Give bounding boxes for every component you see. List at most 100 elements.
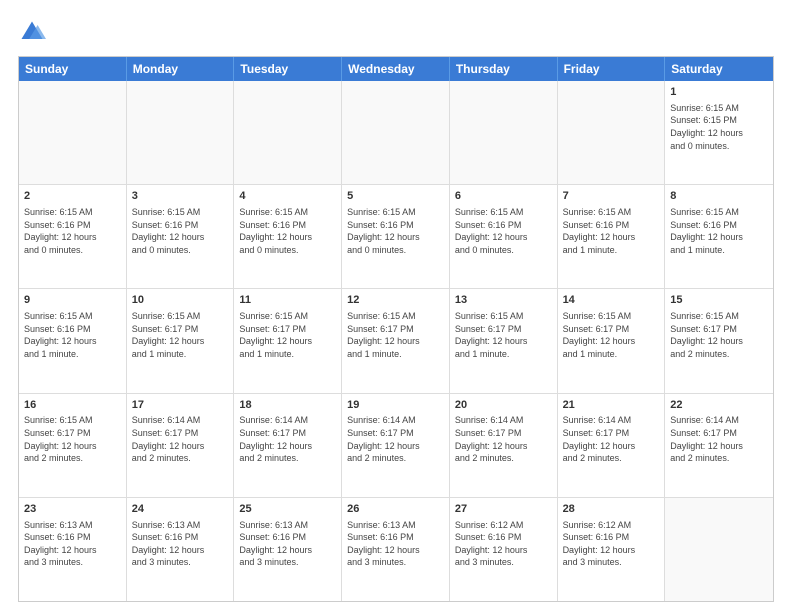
cell-info: Sunrise: 6:15 AM Sunset: 6:16 PM Dayligh… bbox=[670, 206, 768, 256]
cal-row-4: 23 Sunrise: 6:13 AM Sunset: 6:16 PM Dayli… bbox=[19, 497, 773, 601]
cal-cell: 4 Sunrise: 6:15 AM Sunset: 6:16 PM Daylig… bbox=[234, 185, 342, 288]
day-number: 19 bbox=[347, 398, 444, 413]
cell-info: Sunrise: 6:12 AM Sunset: 6:16 PM Dayligh… bbox=[455, 519, 552, 569]
day-number: 4 bbox=[239, 189, 336, 204]
cal-cell: 5 Sunrise: 6:15 AM Sunset: 6:16 PM Daylig… bbox=[342, 185, 450, 288]
cell-info: Sunrise: 6:13 AM Sunset: 6:16 PM Dayligh… bbox=[132, 519, 229, 569]
cell-info: Sunrise: 6:15 AM Sunset: 6:17 PM Dayligh… bbox=[455, 310, 552, 360]
day-number: 24 bbox=[132, 502, 229, 517]
weekday-header-wednesday: Wednesday bbox=[342, 57, 450, 81]
cal-cell: 13 Sunrise: 6:15 AM Sunset: 6:17 PM Dayli… bbox=[450, 289, 558, 392]
cal-cell: 17Sunrise: 6:14 AM Sunset: 6:17 PM Dayli… bbox=[127, 394, 235, 497]
cell-info: Sunrise: 6:15 AM Sunset: 6:17 PM Dayligh… bbox=[239, 310, 336, 360]
cell-info: Sunrise: 6:15 AM Sunset: 6:15 PM Dayligh… bbox=[670, 102, 768, 152]
logo-icon bbox=[18, 18, 46, 46]
cal-cell bbox=[558, 81, 666, 184]
day-number: 5 bbox=[347, 189, 444, 204]
cell-info: Sunrise: 6:15 AM Sunset: 6:16 PM Dayligh… bbox=[239, 206, 336, 256]
cal-cell: 19Sunrise: 6:14 AM Sunset: 6:17 PM Dayli… bbox=[342, 394, 450, 497]
weekday-header-sunday: Sunday bbox=[19, 57, 127, 81]
cal-cell: 7 Sunrise: 6:15 AM Sunset: 6:16 PM Daylig… bbox=[558, 185, 666, 288]
day-number: 6 bbox=[455, 189, 552, 204]
day-number: 26 bbox=[347, 502, 444, 517]
cell-info: Sunrise: 6:15 AM Sunset: 6:17 PM Dayligh… bbox=[670, 310, 768, 360]
cell-info: Sunrise: 6:15 AM Sunset: 6:17 PM Dayligh… bbox=[24, 414, 121, 464]
cal-cell: 12 Sunrise: 6:15 AM Sunset: 6:17 PM Dayli… bbox=[342, 289, 450, 392]
weekday-header-friday: Friday bbox=[558, 57, 666, 81]
cal-cell bbox=[665, 498, 773, 601]
cal-cell: 26 Sunrise: 6:13 AM Sunset: 6:16 PM Dayli… bbox=[342, 498, 450, 601]
cal-cell: 27 Sunrise: 6:12 AM Sunset: 6:16 PM Dayli… bbox=[450, 498, 558, 601]
cal-cell: 6 Sunrise: 6:15 AM Sunset: 6:16 PM Daylig… bbox=[450, 185, 558, 288]
cell-info: Sunrise: 6:14 AM Sunset: 6:17 PM Dayligh… bbox=[670, 414, 768, 464]
day-number: 28 bbox=[563, 502, 660, 517]
cell-info: Sunrise: 6:14 AM Sunset: 6:17 PM Dayligh… bbox=[132, 414, 229, 464]
cal-cell bbox=[342, 81, 450, 184]
cell-info: Sunrise: 6:15 AM Sunset: 6:17 PM Dayligh… bbox=[347, 310, 444, 360]
day-number: 1 bbox=[670, 85, 768, 100]
cal-cell: 24 Sunrise: 6:13 AM Sunset: 6:16 PM Dayli… bbox=[127, 498, 235, 601]
calendar: SundayMondayTuesdayWednesdayThursdayFrid… bbox=[18, 56, 774, 602]
cal-cell bbox=[19, 81, 127, 184]
day-number: 15 bbox=[670, 293, 768, 308]
page: SundayMondayTuesdayWednesdayThursdayFrid… bbox=[0, 0, 792, 612]
logo bbox=[18, 18, 50, 46]
day-number: 10 bbox=[132, 293, 229, 308]
cell-info: Sunrise: 6:15 AM Sunset: 6:16 PM Dayligh… bbox=[347, 206, 444, 256]
cal-row-0: 1 Sunrise: 6:15 AM Sunset: 6:15 PM Daylig… bbox=[19, 81, 773, 184]
cell-info: Sunrise: 6:13 AM Sunset: 6:16 PM Dayligh… bbox=[24, 519, 121, 569]
day-number: 12 bbox=[347, 293, 444, 308]
day-number: 13 bbox=[455, 293, 552, 308]
cell-info: Sunrise: 6:15 AM Sunset: 6:16 PM Dayligh… bbox=[132, 206, 229, 256]
day-number: 20 bbox=[455, 398, 552, 413]
cell-info: Sunrise: 6:15 AM Sunset: 6:17 PM Dayligh… bbox=[563, 310, 660, 360]
cal-cell: 20Sunrise: 6:14 AM Sunset: 6:17 PM Dayli… bbox=[450, 394, 558, 497]
cal-cell: 1 Sunrise: 6:15 AM Sunset: 6:15 PM Daylig… bbox=[665, 81, 773, 184]
cell-info: Sunrise: 6:14 AM Sunset: 6:17 PM Dayligh… bbox=[239, 414, 336, 464]
cal-cell: 22Sunrise: 6:14 AM Sunset: 6:17 PM Dayli… bbox=[665, 394, 773, 497]
day-number: 23 bbox=[24, 502, 121, 517]
cell-info: Sunrise: 6:13 AM Sunset: 6:16 PM Dayligh… bbox=[347, 519, 444, 569]
cell-info: Sunrise: 6:15 AM Sunset: 6:16 PM Dayligh… bbox=[24, 206, 121, 256]
cal-cell bbox=[127, 81, 235, 184]
cal-cell: 16Sunrise: 6:15 AM Sunset: 6:17 PM Dayli… bbox=[19, 394, 127, 497]
cal-cell: 2 Sunrise: 6:15 AM Sunset: 6:16 PM Daylig… bbox=[19, 185, 127, 288]
cal-cell: 14Sunrise: 6:15 AM Sunset: 6:17 PM Dayli… bbox=[558, 289, 666, 392]
day-number: 11 bbox=[239, 293, 336, 308]
cal-cell: 8Sunrise: 6:15 AM Sunset: 6:16 PM Daylig… bbox=[665, 185, 773, 288]
cell-info: Sunrise: 6:14 AM Sunset: 6:17 PM Dayligh… bbox=[563, 414, 660, 464]
calendar-body: 1 Sunrise: 6:15 AM Sunset: 6:15 PM Daylig… bbox=[19, 81, 773, 601]
weekday-header-tuesday: Tuesday bbox=[234, 57, 342, 81]
cal-cell bbox=[450, 81, 558, 184]
day-number: 3 bbox=[132, 189, 229, 204]
day-number: 27 bbox=[455, 502, 552, 517]
cell-info: Sunrise: 6:13 AM Sunset: 6:16 PM Dayligh… bbox=[239, 519, 336, 569]
day-number: 7 bbox=[563, 189, 660, 204]
header bbox=[18, 18, 774, 46]
cell-info: Sunrise: 6:14 AM Sunset: 6:17 PM Dayligh… bbox=[455, 414, 552, 464]
cal-cell: 21Sunrise: 6:14 AM Sunset: 6:17 PM Dayli… bbox=[558, 394, 666, 497]
cal-cell: 9 Sunrise: 6:15 AM Sunset: 6:16 PM Daylig… bbox=[19, 289, 127, 392]
cal-cell: 15 Sunrise: 6:15 AM Sunset: 6:17 PM Dayli… bbox=[665, 289, 773, 392]
cal-cell bbox=[234, 81, 342, 184]
day-number: 9 bbox=[24, 293, 121, 308]
cal-cell: 28Sunrise: 6:12 AM Sunset: 6:16 PM Dayli… bbox=[558, 498, 666, 601]
day-number: 18 bbox=[239, 398, 336, 413]
cell-info: Sunrise: 6:15 AM Sunset: 6:16 PM Dayligh… bbox=[24, 310, 121, 360]
weekday-header-monday: Monday bbox=[127, 57, 235, 81]
day-number: 25 bbox=[239, 502, 336, 517]
weekday-header-saturday: Saturday bbox=[665, 57, 773, 81]
cal-row-2: 9 Sunrise: 6:15 AM Sunset: 6:16 PM Daylig… bbox=[19, 288, 773, 392]
cal-cell: 10 Sunrise: 6:15 AM Sunset: 6:17 PM Dayli… bbox=[127, 289, 235, 392]
cell-info: Sunrise: 6:15 AM Sunset: 6:17 PM Dayligh… bbox=[132, 310, 229, 360]
cal-cell: 23 Sunrise: 6:13 AM Sunset: 6:16 PM Dayli… bbox=[19, 498, 127, 601]
weekday-header-thursday: Thursday bbox=[450, 57, 558, 81]
cal-row-3: 16Sunrise: 6:15 AM Sunset: 6:17 PM Dayli… bbox=[19, 393, 773, 497]
cal-cell: 11 Sunrise: 6:15 AM Sunset: 6:17 PM Dayli… bbox=[234, 289, 342, 392]
calendar-header: SundayMondayTuesdayWednesdayThursdayFrid… bbox=[19, 57, 773, 81]
day-number: 2 bbox=[24, 189, 121, 204]
cell-info: Sunrise: 6:15 AM Sunset: 6:16 PM Dayligh… bbox=[455, 206, 552, 256]
cal-cell: 3 Sunrise: 6:15 AM Sunset: 6:16 PM Daylig… bbox=[127, 185, 235, 288]
cell-info: Sunrise: 6:15 AM Sunset: 6:16 PM Dayligh… bbox=[563, 206, 660, 256]
cal-row-1: 2 Sunrise: 6:15 AM Sunset: 6:16 PM Daylig… bbox=[19, 184, 773, 288]
